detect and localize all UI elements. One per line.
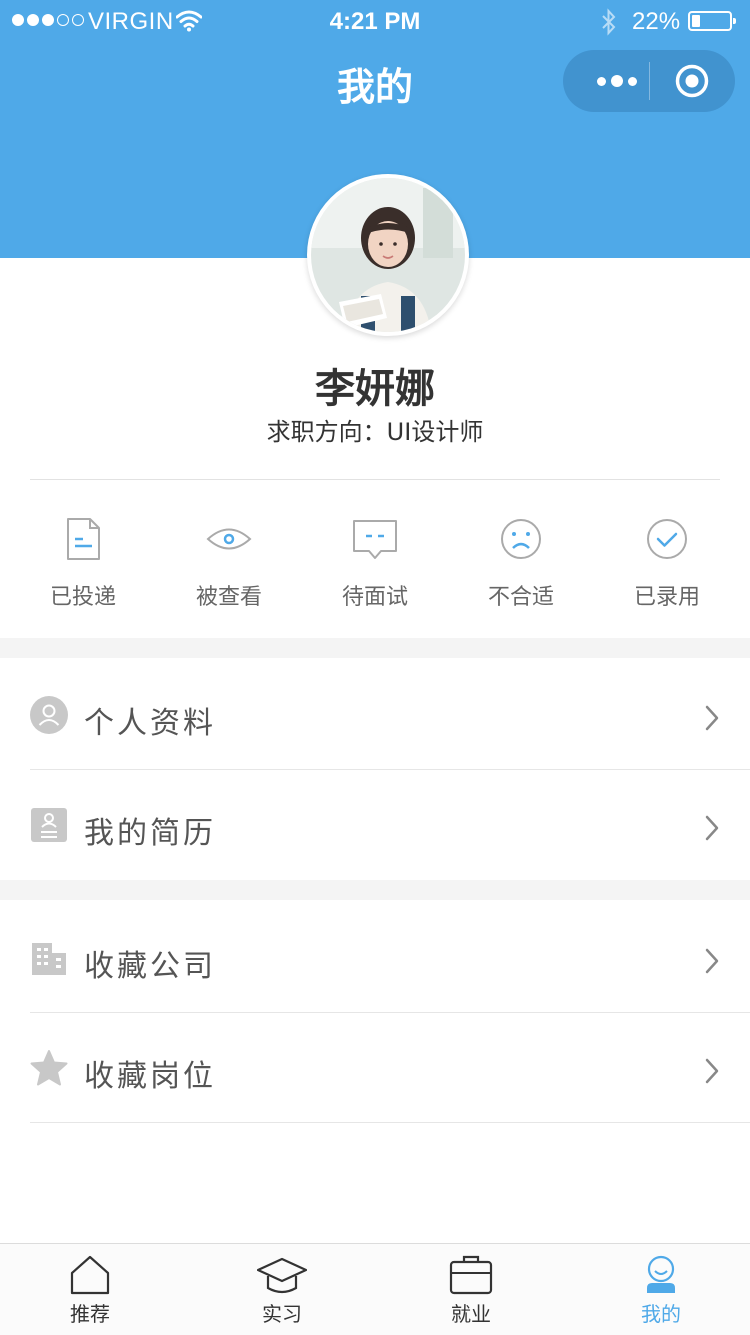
graduation-cap-icon [257, 1257, 307, 1294]
divider [30, 479, 720, 480]
chat-icon [353, 520, 397, 559]
eye-icon [206, 528, 252, 550]
more-button[interactable] [587, 50, 647, 112]
tab-recommend[interactable]: 推荐 [30, 1244, 150, 1335]
star-icon [30, 1050, 68, 1086]
stat-hired[interactable]: 已录用 [594, 515, 740, 611]
briefcase-icon [449, 1255, 493, 1295]
menu-label: 个人资料 [84, 706, 216, 741]
row-separator [30, 1122, 750, 1123]
job-intent: 求职方向：UI设计师 [266, 418, 484, 446]
battery-icon [688, 11, 736, 31]
check-circle-icon [647, 519, 687, 559]
status-bar: VIRGIN 4:21 PM 22% [0, 0, 750, 44]
close-miniprogram-button[interactable] [674, 63, 710, 99]
battery-percentage: 22% [632, 8, 681, 35]
menu-item-saved-jobs[interactable]: 收藏岗位 [0, 1013, 750, 1123]
document-icon [67, 518, 100, 560]
menu-item-resume[interactable]: 我的简历 [0, 770, 750, 880]
stat-label: 被查看 [195, 585, 262, 610]
section-gap [0, 638, 750, 658]
stat-label: 不合适 [487, 585, 554, 610]
stat-label: 待面试 [341, 585, 408, 610]
tab-label: 就业 [451, 1302, 491, 1326]
user-face-icon [647, 1255, 675, 1293]
sad-face-icon [501, 519, 541, 559]
tab-internship[interactable]: 实习 [222, 1244, 342, 1335]
menu-item-saved-companies[interactable]: 收藏公司 [0, 903, 750, 1013]
menu-label: 我的简历 [84, 816, 216, 851]
capsule-divider [649, 62, 650, 100]
tab-label: 实习 [262, 1302, 302, 1326]
stat-viewed[interactable]: 被查看 [156, 515, 302, 611]
tab-label: 我的 [641, 1302, 681, 1326]
tab-bar: 推荐 实习 就业 我的 [0, 1243, 750, 1335]
person-icon [30, 696, 68, 734]
chevron-right-icon [705, 948, 719, 974]
user-name: 李妍娜 [315, 366, 435, 412]
miniprogram-capsule [563, 50, 735, 112]
stat-label: 已投递 [49, 585, 116, 610]
stat-unsuitable[interactable]: 不合适 [448, 515, 594, 611]
tab-employment[interactable]: 就业 [411, 1244, 531, 1335]
avatar[interactable] [307, 174, 469, 336]
stat-interview[interactable]: 待面试 [302, 515, 448, 611]
menu-label: 收藏公司 [84, 949, 216, 984]
bluetooth-icon [602, 8, 616, 36]
resume-icon [31, 808, 67, 842]
section-gap [0, 880, 750, 900]
building-icon [32, 943, 66, 975]
chevron-right-icon [705, 1058, 719, 1084]
home-icon [70, 1255, 110, 1295]
menu-label: 收藏岗位 [84, 1059, 216, 1094]
chevron-right-icon [705, 815, 719, 841]
tab-mine[interactable]: 我的 [601, 1244, 721, 1335]
chevron-right-icon [705, 705, 719, 731]
tab-label: 推荐 [70, 1302, 110, 1326]
menu-item-profile[interactable]: 个人资料 [0, 660, 750, 770]
stat-delivered[interactable]: 已投递 [10, 515, 156, 611]
avatar-photo [311, 178, 465, 332]
stat-label: 已录用 [633, 585, 700, 610]
